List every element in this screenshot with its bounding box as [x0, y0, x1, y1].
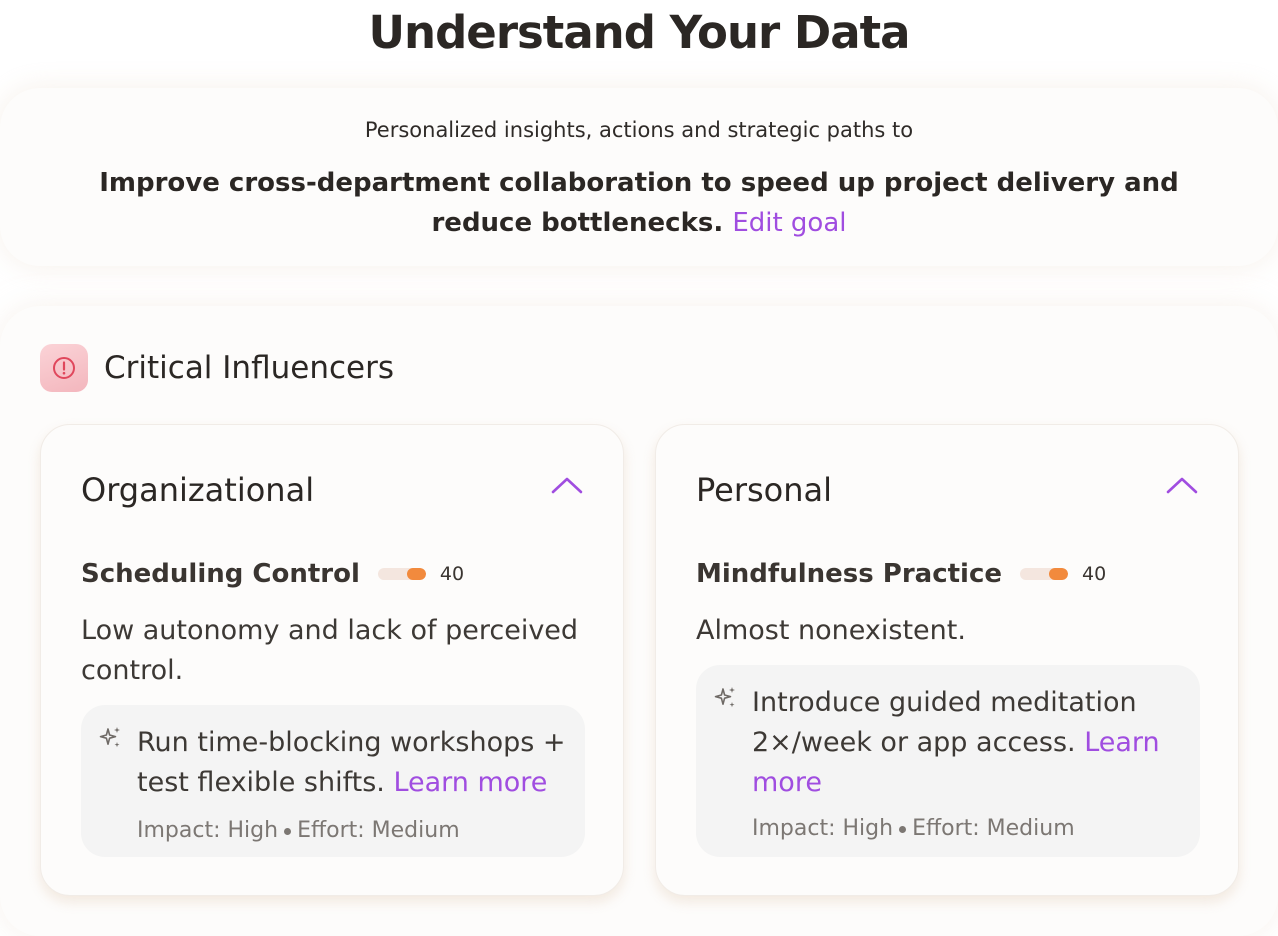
factor-name: Mindfulness Practice [696, 559, 1003, 589]
influencer-card-organizational: Organizational Scheduling Control 40 Low… [40, 424, 624, 896]
factor-meter [377, 568, 426, 580]
factor-row: Scheduling Control 40 [81, 555, 464, 593]
chevron-up-icon[interactable] [549, 473, 585, 497]
alert-circle-icon [40, 344, 88, 392]
sparkles-icon [99, 727, 120, 748]
factor-meter-fill [1048, 568, 1069, 580]
page-title: Understand Your Data [368, 6, 911, 59]
page: Understand Your Data Personalized insigh… [0, 0, 1278, 936]
chevron-up-icon[interactable] [1164, 473, 1200, 497]
factor-meter [1020, 568, 1069, 580]
influencer-card-personal: Personal Mindfulness Practice 40 Almost … [655, 424, 1239, 896]
goal-text: Improve cross-department collaboration t… [99, 168, 1179, 238]
factor-meter-fill [406, 568, 426, 580]
factor-row: Mindfulness Practice 40 [696, 555, 1106, 593]
section-title: Critical Influencers [104, 350, 394, 386]
recommendation-body: Introduce guided meditation 2×/week or a… [752, 687, 1137, 758]
recommendation-meta: Impact: High Effort: Medium [752, 816, 1075, 841]
learn-more-link[interactable]: Learn more [393, 767, 547, 798]
recommendation-text: Introduce guided meditation 2×/week or a… [752, 683, 1182, 803]
card-title: Personal [696, 471, 833, 509]
impact-label: Impact: High [137, 818, 279, 843]
recommendation-box: Introduce guided meditation 2×/week or a… [696, 665, 1200, 857]
edit-goal-link[interactable]: Edit goal [732, 208, 846, 238]
factor-name: Scheduling Control [81, 559, 360, 589]
card-title: Organizational [81, 471, 315, 509]
goal-kicker: Personalized insights, actions and strat… [364, 118, 914, 142]
impact-label: Impact: High [752, 816, 894, 841]
goal-statement: Improve cross-department collaboration t… [60, 163, 1218, 243]
section-header: Critical Influencers [40, 344, 394, 392]
effort-label: Effort: Medium [297, 818, 460, 843]
sparkles-icon [714, 687, 735, 708]
factor-score: 40 [1082, 563, 1107, 585]
recommendation-meta: Impact: High Effort: Medium [137, 818, 460, 843]
separator-dot [899, 825, 907, 833]
effort-label: Effort: Medium [912, 816, 1075, 841]
recommendation-text: Run time-blocking workshops + test flexi… [137, 723, 567, 803]
separator-dot [284, 827, 292, 835]
factor-description: Almost nonexistent. [696, 615, 966, 646]
factor-description: Low autonomy and lack of perceived contr… [81, 615, 579, 686]
factor-score: 40 [439, 563, 465, 585]
recommendation-box: Run time-blocking workshops + test flexi… [81, 705, 585, 857]
